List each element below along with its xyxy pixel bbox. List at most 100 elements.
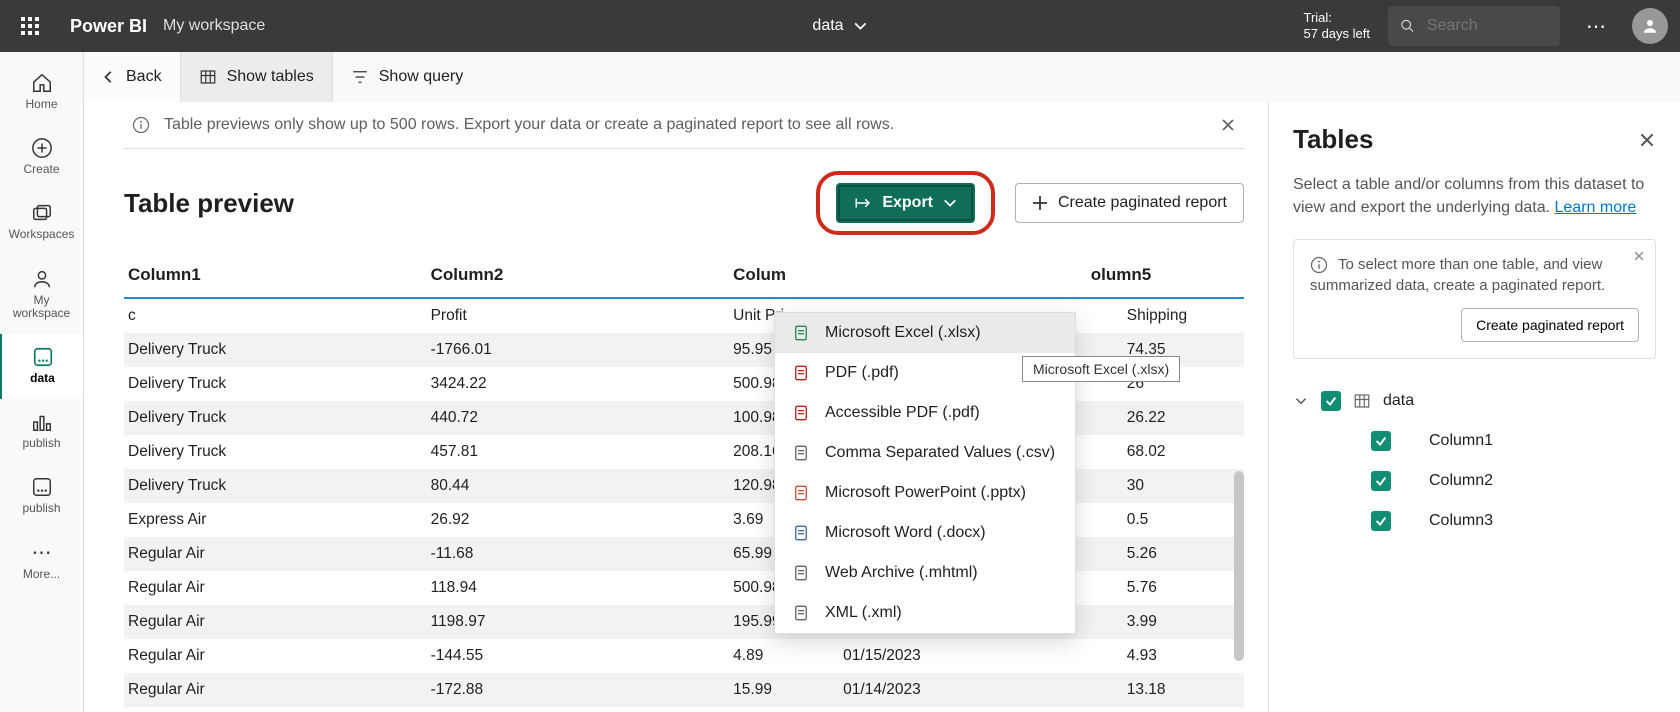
chevron-down-icon xyxy=(854,19,868,33)
table-cell: Profit xyxy=(427,298,730,333)
col-header[interactable]: olumn5 xyxy=(1087,253,1244,298)
export-menu-item[interactable]: Microsoft Word (.docx) xyxy=(775,513,1075,553)
col-header[interactable]: Column2 xyxy=(427,253,730,298)
export-button[interactable]: Export xyxy=(836,183,975,223)
ellipsis-icon: ⋯ xyxy=(31,542,53,564)
search-box[interactable] xyxy=(1388,6,1560,46)
dataset-name: data xyxy=(812,17,843,35)
page-toolbar: Back Show tables Show query xyxy=(84,52,1680,102)
info-card-close[interactable] xyxy=(1633,250,1645,262)
info-banner-close[interactable] xyxy=(1220,117,1236,133)
table-row[interactable]: Delivery Truck440.72100.9826.22 xyxy=(124,401,1244,435)
nav-data[interactable]: data xyxy=(0,334,83,399)
table-cell: 80.44 xyxy=(427,469,730,503)
file-type-icon xyxy=(791,563,811,583)
plus-icon xyxy=(1032,195,1048,211)
nav-home[interactable]: Home xyxy=(0,60,83,125)
tree-root-row[interactable]: data xyxy=(1293,381,1656,421)
table-row[interactable]: Regular Air-172.8815.9901/14/202313.18 xyxy=(124,673,1244,707)
table-cell: 5.26 xyxy=(1087,537,1244,571)
table-cell: Shipping xyxy=(1087,298,1244,333)
brand-label: Power BI xyxy=(70,16,147,37)
table-cell: 457.81 xyxy=(427,435,730,469)
show-tables-button[interactable]: Show tables xyxy=(181,52,333,102)
table-row[interactable]: Delivery Truck457.81208.1668.02 xyxy=(124,435,1244,469)
export-icon xyxy=(854,194,872,212)
tree-column-label: Column3 xyxy=(1429,512,1493,530)
nav-publish-2[interactable]: publish xyxy=(0,464,83,529)
person-icon xyxy=(1641,17,1659,35)
export-menu-item[interactable]: Web Archive (.mhtml) xyxy=(775,553,1075,593)
col-header[interactable] xyxy=(839,253,1087,298)
tree-column-row[interactable]: Column1 xyxy=(1293,421,1656,461)
col-header[interactable]: Colum xyxy=(729,253,839,298)
table-row[interactable]: Delivery Truck80.44120.9830 xyxy=(124,469,1244,503)
export-menu-item[interactable]: XML (.xml) xyxy=(775,593,1075,633)
preview-table: Column1 Column2 Colum olumn5 cProfitUnit… xyxy=(124,253,1244,707)
tree-column-row[interactable]: Column2 xyxy=(1293,461,1656,501)
checkbox[interactable] xyxy=(1321,391,1341,411)
table-cell: -11.68 xyxy=(427,537,730,571)
table-cell: Regular Air xyxy=(124,571,427,605)
table-header-row: Column1 Column2 Colum olumn5 xyxy=(124,253,1244,298)
nav-publish-1[interactable]: publish xyxy=(0,399,83,464)
learn-more-link[interactable]: Learn more xyxy=(1555,199,1637,216)
table-wrap: Column1 Column2 Colum olumn5 cProfitUnit… xyxy=(124,253,1244,707)
nav-create[interactable]: Create xyxy=(0,125,83,190)
checkbox[interactable] xyxy=(1371,511,1391,531)
app-launcher-button[interactable] xyxy=(12,8,48,44)
person-icon xyxy=(31,268,53,290)
table-cell: Delivery Truck xyxy=(124,367,427,401)
table-icon xyxy=(1353,392,1371,410)
table-cell: Regular Air xyxy=(124,639,427,673)
table-row[interactable]: Regular Air-11.6865.995.26 xyxy=(124,537,1244,571)
file-type-icon xyxy=(791,363,811,383)
workspace-label[interactable]: My workspace xyxy=(163,17,265,35)
table-row[interactable]: Express Air26.923.690.5 xyxy=(124,503,1244,537)
table-cell: 26.92 xyxy=(427,503,730,537)
show-query-button[interactable]: Show query xyxy=(333,52,482,102)
info-card-button[interactable]: Create paginated report xyxy=(1461,308,1639,342)
nav-my-workspace[interactable]: My workspace xyxy=(0,256,83,334)
table-row[interactable]: Regular Air-144.554.8901/15/20234.93 xyxy=(124,639,1244,673)
dataset-switcher[interactable]: data xyxy=(812,17,867,35)
table-cell: 13.18 xyxy=(1087,673,1244,707)
close-icon xyxy=(1220,117,1236,133)
table-row[interactable]: cProfitUnit PriShipping xyxy=(124,298,1244,333)
file-type-icon xyxy=(791,443,811,463)
search-input[interactable] xyxy=(1425,16,1548,36)
chevron-left-icon xyxy=(102,70,116,84)
scrollbar[interactable] xyxy=(1234,471,1244,671)
nav-more[interactable]: ⋯ More... xyxy=(0,530,83,595)
tables-tree: data Column1 Column2 Column3 xyxy=(1293,381,1656,541)
nav-workspaces[interactable]: Workspaces xyxy=(0,190,83,255)
waffle-icon xyxy=(21,17,39,35)
export-menu-item[interactable]: Accessible PDF (.pdf) xyxy=(775,393,1075,433)
avatar[interactable] xyxy=(1632,8,1668,44)
table-row[interactable]: Regular Air1198.97195.9901/04/20233.99 xyxy=(124,605,1244,639)
right-panel-close[interactable] xyxy=(1638,131,1656,149)
export-menu-item[interactable]: Comma Separated Values (.csv) xyxy=(775,433,1075,473)
create-report-button[interactable]: Create paginated report xyxy=(1015,183,1244,223)
info-banner: Table previews only show up to 500 rows.… xyxy=(124,102,1244,149)
scrollbar-thumb[interactable] xyxy=(1234,471,1244,661)
table-cell: 4.93 xyxy=(1087,639,1244,673)
table-cell: 118.94 xyxy=(427,571,730,605)
tree-column-label: Column1 xyxy=(1429,432,1493,450)
close-icon xyxy=(1638,131,1656,149)
col-header[interactable]: Column1 xyxy=(124,253,427,298)
file-type-icon xyxy=(791,323,811,343)
export-highlight: Export xyxy=(816,171,995,235)
export-menu-item[interactable]: Microsoft Excel (.xlsx) xyxy=(775,313,1075,353)
export-menu-item[interactable]: Microsoft PowerPoint (.pptx) xyxy=(775,473,1075,513)
checkbox[interactable] xyxy=(1371,431,1391,451)
trial-status[interactable]: Trial: 57 days left xyxy=(1304,10,1371,41)
checkbox[interactable] xyxy=(1371,471,1391,491)
more-button[interactable]: ⋯ xyxy=(1578,8,1614,44)
right-panel: Tables Select a table and/or columns fro… xyxy=(1268,102,1680,712)
table-row[interactable]: Regular Air118.94500.985.76 xyxy=(124,571,1244,605)
tree-column-row[interactable]: Column3 xyxy=(1293,501,1656,541)
back-button[interactable]: Back xyxy=(84,52,181,102)
file-type-icon xyxy=(791,403,811,423)
table-cell: Regular Air xyxy=(124,605,427,639)
